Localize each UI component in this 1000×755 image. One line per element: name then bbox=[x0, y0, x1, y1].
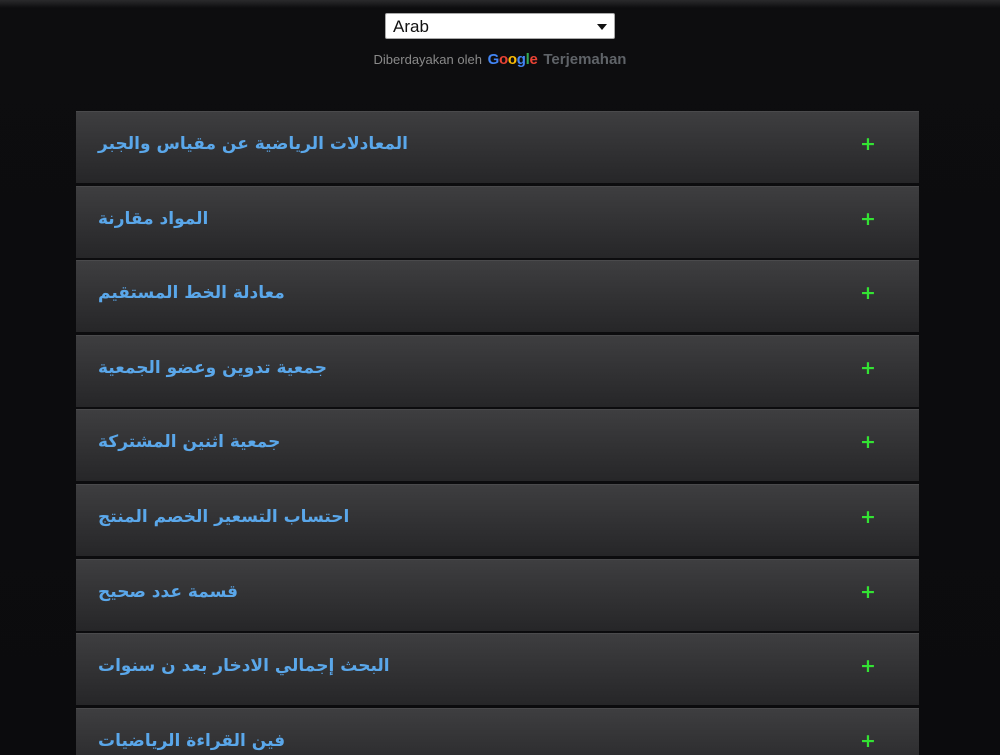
google-logo: Google bbox=[488, 51, 542, 68]
google-translate-widget: Arab Diberdayakan oleh Google Terjemahan bbox=[0, 13, 1000, 69]
google-logo-letter: o bbox=[507, 51, 517, 68]
accordion-item-label: فين القراءة الرياضيات bbox=[98, 730, 286, 751]
powered-by-text: Diberdayakan oleh bbox=[373, 52, 482, 67]
chevron-down-icon bbox=[597, 24, 607, 30]
accordion-item-label: المعادلات الرياضية عن مقياس والجبر bbox=[98, 134, 408, 154]
google-logo-letter: g bbox=[516, 51, 526, 68]
accordion-item[interactable]: احتساب التسعير الخصم المنتج + bbox=[76, 483, 919, 556]
accordion-item-label: قسمة عدد صحيح bbox=[98, 581, 239, 602]
plus-icon[interactable]: + bbox=[860, 731, 876, 750]
accordion-item[interactable]: البحث إجمالي الادخار بعد ن سنوات + bbox=[76, 633, 919, 706]
accordion-item-label: المواد مقارنة bbox=[98, 208, 209, 229]
accordion-item-label: البحث إجمالي الادخار بعد ن سنوات bbox=[98, 656, 390, 677]
plus-icon[interactable]: + bbox=[860, 358, 876, 377]
google-logo-letter: e bbox=[529, 51, 538, 68]
accordion-item[interactable]: قسمة عدد صحيح + bbox=[76, 558, 919, 631]
plus-icon[interactable]: + bbox=[860, 209, 876, 228]
accordion-item-label: جمعية تدوين وعضو الجمعية bbox=[98, 357, 327, 378]
plus-icon[interactable]: + bbox=[860, 284, 876, 303]
accordion-item-label: جمعية اثنين المشتركة bbox=[98, 432, 281, 453]
language-select[interactable]: Arab bbox=[385, 13, 615, 39]
plus-icon[interactable]: + bbox=[860, 433, 876, 452]
accordion-item[interactable]: فين القراءة الرياضيات + bbox=[76, 707, 919, 755]
powered-by-line: Diberdayakan oleh Google Terjemahan bbox=[0, 51, 1000, 69]
accordion-item[interactable]: جمعية تدوين وعضو الجمعية + bbox=[76, 334, 919, 407]
accordion-item[interactable]: المعادلات الرياضية عن مقياس والجبر + bbox=[76, 111, 919, 183]
plus-icon[interactable]: + bbox=[860, 135, 876, 154]
plus-icon[interactable]: + bbox=[860, 657, 876, 676]
page: Arab Diberdayakan oleh Google Terjemahan… bbox=[0, 0, 1000, 755]
translate-link[interactable]: Terjemahan bbox=[543, 51, 626, 68]
accordion-item[interactable]: جمعية اثنين المشتركة + bbox=[76, 409, 919, 482]
accordion-list: المعادلات الرياضية عن مقياس والجبر + الم… bbox=[76, 111, 919, 755]
plus-icon[interactable]: + bbox=[860, 582, 876, 601]
google-logo-letter: o bbox=[498, 51, 508, 68]
accordion-item-label: احتساب التسعير الخصم المنتج bbox=[98, 506, 350, 527]
accordion-item[interactable]: المواد مقارنة + bbox=[76, 185, 919, 258]
accordion-item[interactable]: معادلة الخط المستقيم + bbox=[76, 260, 919, 333]
accordion-item-label: معادلة الخط المستقيم bbox=[98, 283, 285, 304]
google-logo-letter: G bbox=[487, 51, 500, 68]
language-select-value: Arab bbox=[393, 17, 429, 36]
plus-icon[interactable]: + bbox=[860, 507, 876, 526]
